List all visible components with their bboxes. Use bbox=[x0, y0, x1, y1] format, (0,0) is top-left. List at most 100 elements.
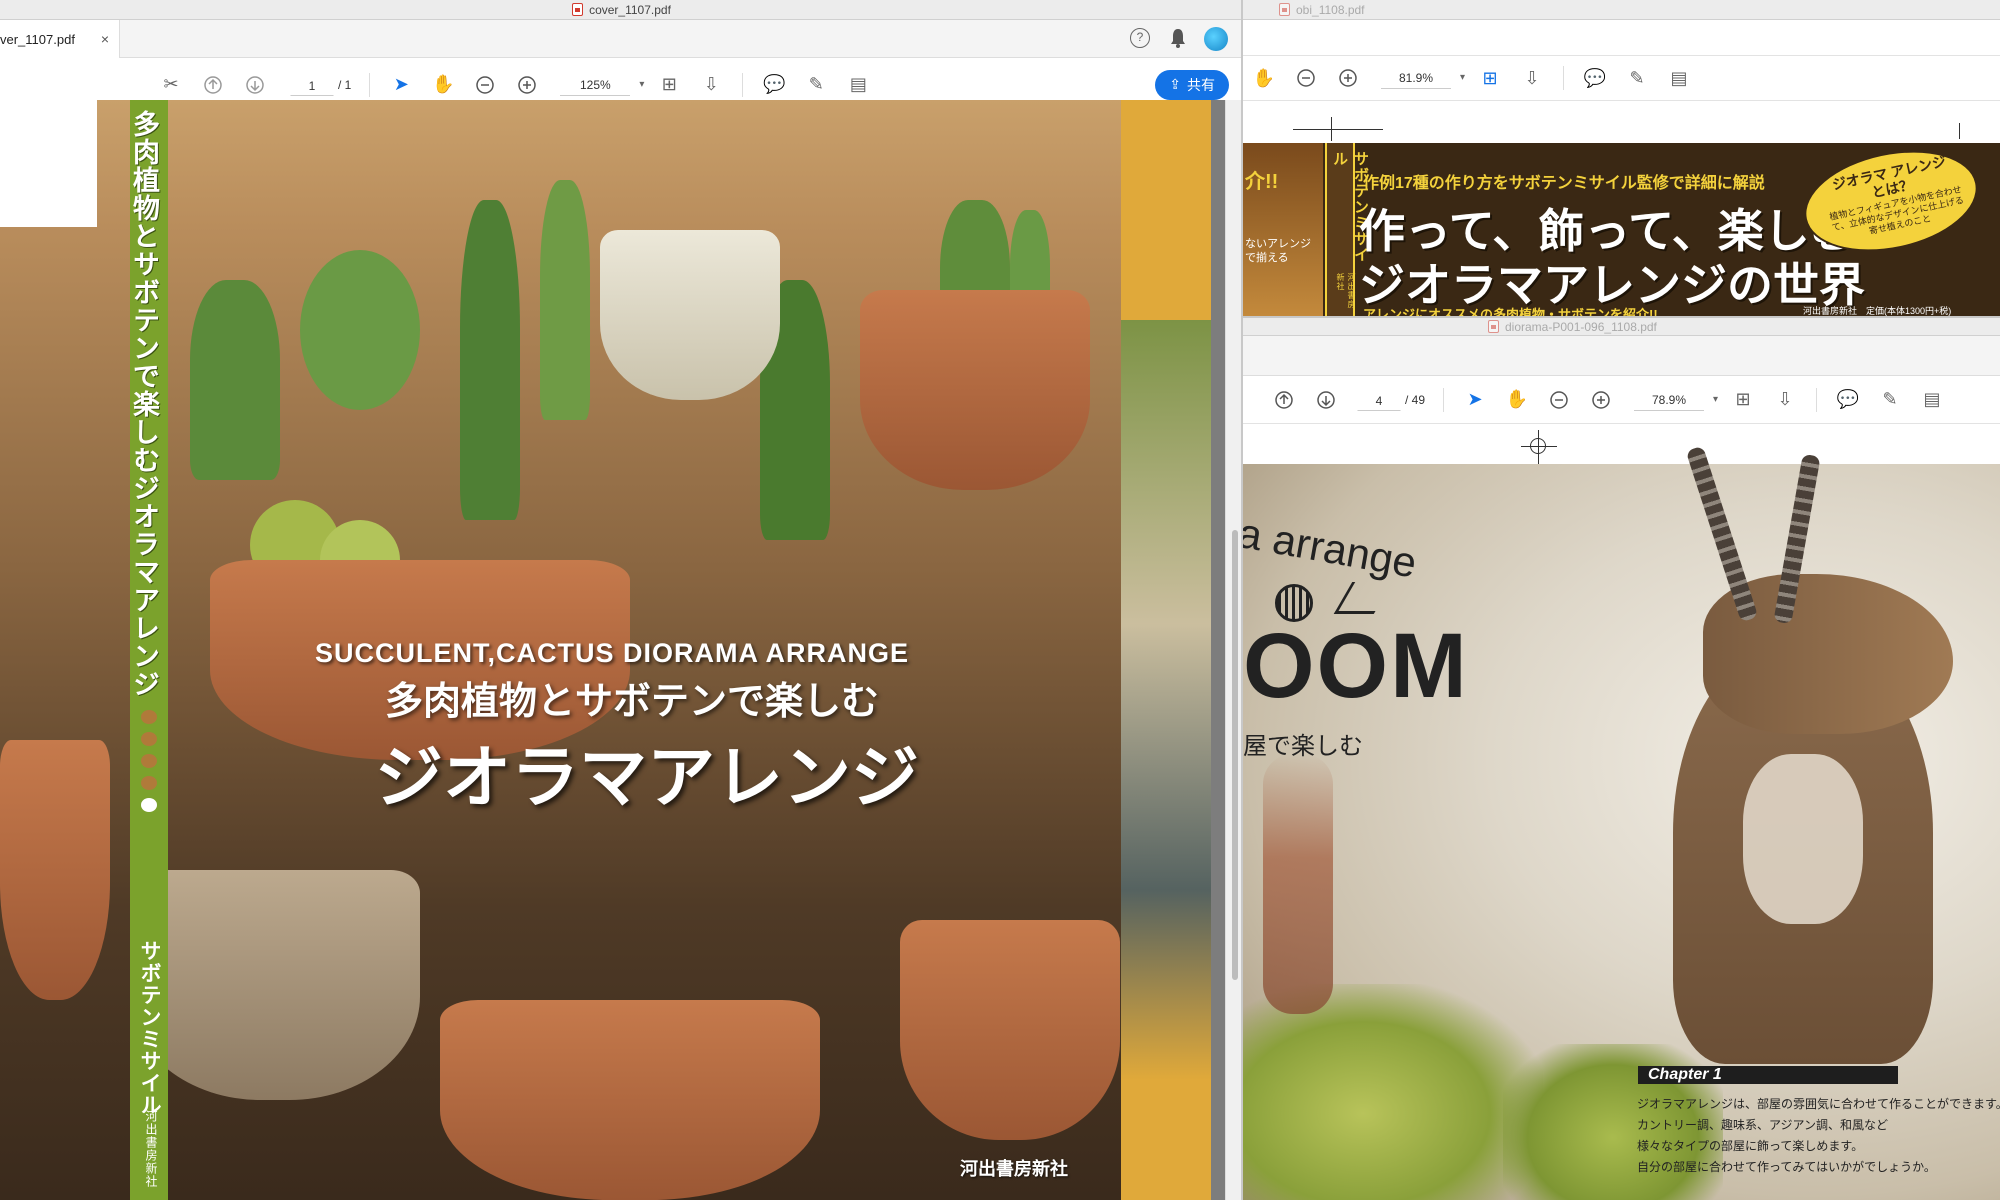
zoom-level-select[interactable]: 78.9% bbox=[1634, 389, 1718, 411]
spine-animal-icons bbox=[138, 710, 160, 960]
white-pot bbox=[600, 230, 780, 400]
diorama-toolbar: 4 / 49 ➤ ✋ 78.9% ⊞ ⇩ 💬 ✎ ▤ bbox=[1243, 376, 2000, 424]
fit-page-icon[interactable]: ⊞ bbox=[1475, 63, 1505, 93]
blurred-stem bbox=[1263, 754, 1333, 1014]
chapter-label: Chapter 1 bbox=[1648, 1066, 1722, 1083]
cactus-illustration bbox=[460, 200, 520, 520]
scroll-mode-icon[interactable]: ⇩ bbox=[696, 70, 726, 100]
tab-strip bbox=[0, 20, 1243, 58]
left-pdf-window: cover_1107.pdf ver_1107.pdf × ? ✂ 1 / 1 … bbox=[0, 0, 1243, 1200]
fill-sign-icon[interactable]: ▤ bbox=[843, 70, 873, 100]
obi-window-titlebar[interactable]: obi_1108.pdf bbox=[1243, 0, 2000, 20]
help-icon[interactable]: ? bbox=[1130, 28, 1150, 48]
tab-cover[interactable]: ver_1107.pdf × bbox=[0, 20, 120, 58]
cactus-illustration bbox=[300, 250, 420, 410]
diorama-document-area[interactable]: a arrange OOM 屋で楽しむ Chapter 1 ジオラマアレンジは、… bbox=[1243, 424, 2000, 1200]
clay-pot bbox=[130, 870, 420, 1100]
select-cursor-icon[interactable]: ➤ bbox=[386, 70, 416, 100]
fill-sign-icon[interactable]: ▤ bbox=[1664, 63, 1694, 93]
comment-icon[interactable]: 💬 bbox=[1833, 385, 1863, 415]
page-number-input[interactable]: 4 bbox=[1357, 389, 1401, 411]
fit-page-icon[interactable]: ⊞ bbox=[654, 70, 684, 100]
left-window-title: cover_1107.pdf bbox=[589, 2, 671, 17]
zoom-in-icon[interactable] bbox=[512, 70, 542, 100]
highlight-pen-icon[interactable]: ✎ bbox=[801, 70, 831, 100]
pdf-file-icon bbox=[572, 3, 584, 16]
share-button[interactable]: ⇪ 共有 bbox=[1155, 69, 1229, 100]
fill-sign-icon[interactable]: ▤ bbox=[1917, 385, 1947, 415]
toolbar-divider bbox=[1443, 387, 1445, 412]
zoom-level-select[interactable]: 125% bbox=[560, 74, 644, 96]
page-number-input[interactable]: 1 bbox=[290, 74, 334, 96]
share-icon: ⇪ bbox=[1169, 76, 1181, 92]
scroll-mode-icon[interactable]: ⇩ bbox=[1770, 385, 1800, 415]
clay-pot bbox=[0, 740, 110, 1000]
zoom-out-icon[interactable] bbox=[1291, 63, 1321, 93]
crop-mark bbox=[1293, 129, 1383, 130]
select-cursor-icon[interactable]: ➤ bbox=[1460, 385, 1490, 415]
toolbar-divider bbox=[1816, 387, 1818, 412]
page-up-icon[interactable] bbox=[1269, 385, 1299, 415]
obi-tagline: 作例17種の作り方をサボテンミサイル監修で詳細に解説 bbox=[1363, 175, 1765, 192]
obi-left-small: ないアレンジ で揃える bbox=[1245, 238, 1311, 264]
animal-icon bbox=[141, 798, 157, 812]
comment-icon[interactable]: 💬 bbox=[759, 70, 789, 100]
account-avatar[interactable] bbox=[1204, 27, 1228, 51]
spread-sub-text: 屋で楽しむ bbox=[1243, 733, 1363, 760]
scroll-mode-icon[interactable]: ⇩ bbox=[1517, 63, 1547, 93]
crop-mark-circle bbox=[1530, 438, 1546, 454]
spread-room-text: OOM bbox=[1243, 615, 1469, 717]
share-label: 共有 bbox=[1187, 76, 1215, 93]
zoom-level-select[interactable]: 81.9% bbox=[1381, 67, 1465, 89]
comment-icon[interactable]: 💬 bbox=[1580, 63, 1610, 93]
spine-publisher: 河出書房新社 bbox=[144, 1110, 158, 1188]
spine-title: 多肉植物とサボテンで楽しむジオラマアレンジ bbox=[129, 110, 159, 698]
chapter-heading: Chapter 1 bbox=[1638, 1066, 1898, 1084]
obi-toolbar: ✋ 81.9% ⊞ ⇩ 💬 ✎ ▤ bbox=[1243, 55, 2000, 101]
page-down-icon[interactable] bbox=[240, 70, 270, 100]
zoom-out-icon[interactable] bbox=[470, 70, 500, 100]
zoom-in-icon[interactable] bbox=[1586, 385, 1616, 415]
scrollbar-thumb[interactable] bbox=[1232, 530, 1238, 980]
tab-label: ver_1107.pdf bbox=[0, 31, 75, 47]
crop-mark bbox=[1331, 117, 1332, 141]
obi-document-area[interactable]: 介!! ないアレンジ で揃える サボテンミサイル 河出書房新社 作例17種の作り… bbox=[1243, 101, 2000, 318]
highlight-pen-icon[interactable]: ✎ bbox=[1622, 63, 1652, 93]
diorama-window-titlebar[interactable]: diorama-P001-096_1108.pdf bbox=[1243, 318, 2000, 336]
body-line: ジオラマアレンジは、部屋の雰囲気に合わせて作ることができます。 bbox=[1637, 1097, 2000, 1111]
cover-title: ジオラマアレンジ bbox=[375, 740, 920, 816]
body-line: 自分の部屋に合わせて作ってみてはいかがでしょうか。 bbox=[1637, 1160, 1936, 1174]
spread-body-text: ジオラマアレンジは、部屋の雰囲気に合わせて作ることができます。 カントリー調、趣… bbox=[1637, 1094, 2000, 1178]
scissors-icon[interactable]: ✂ bbox=[156, 70, 186, 100]
body-line: 様々なタイプの部屋に飾って楽しめます。 bbox=[1637, 1139, 1864, 1153]
fit-page-icon[interactable]: ⊞ bbox=[1728, 385, 1758, 415]
obi-spine-small: 河出書房新社 bbox=[1336, 273, 1356, 309]
spine-author: サボテンミサイル bbox=[138, 940, 161, 1116]
animal-icon bbox=[141, 776, 157, 790]
cover-publisher: 河出書房新社 bbox=[960, 1159, 1068, 1179]
antelope-neck-patch bbox=[1743, 754, 1863, 924]
left-window-titlebar[interactable]: cover_1107.pdf bbox=[0, 0, 1243, 20]
zoom-in-icon[interactable] bbox=[1333, 63, 1363, 93]
hand-tool-icon[interactable]: ✋ bbox=[428, 70, 458, 100]
cactus-illustration bbox=[190, 280, 280, 480]
body-line: カントリー調、趣味系、アジアン調、和風など bbox=[1637, 1118, 1889, 1132]
clay-pot bbox=[440, 1000, 820, 1200]
diorama-window-title: diorama-P001-096_1108.pdf bbox=[1505, 319, 1657, 334]
clay-pot bbox=[900, 920, 1120, 1140]
page-up-icon[interactable] bbox=[198, 70, 228, 100]
animal-icon bbox=[141, 710, 157, 724]
page-down-icon[interactable] bbox=[1311, 385, 1341, 415]
bell-icon[interactable] bbox=[1168, 27, 1188, 49]
highlight-pen-icon[interactable]: ✎ bbox=[1875, 385, 1905, 415]
hand-tool-icon[interactable]: ✋ bbox=[1249, 63, 1279, 93]
left-document-area[interactable]: 多肉植物とサボテンで楽しむジオラマアレンジ サボテンミサイル 河出書房新社 SU… bbox=[0, 100, 1225, 1200]
tab-close-icon[interactable]: × bbox=[101, 31, 109, 47]
obi-left-fragment: 介!! bbox=[1245, 171, 1279, 193]
zoom-out-icon[interactable] bbox=[1544, 385, 1574, 415]
cactus-illustration bbox=[540, 180, 590, 420]
previous-page-edge bbox=[0, 100, 97, 227]
diorama-tab-strip bbox=[1243, 336, 2000, 376]
hand-tool-icon[interactable]: ✋ bbox=[1502, 385, 1532, 415]
pdf-file-icon bbox=[1279, 3, 1290, 16]
